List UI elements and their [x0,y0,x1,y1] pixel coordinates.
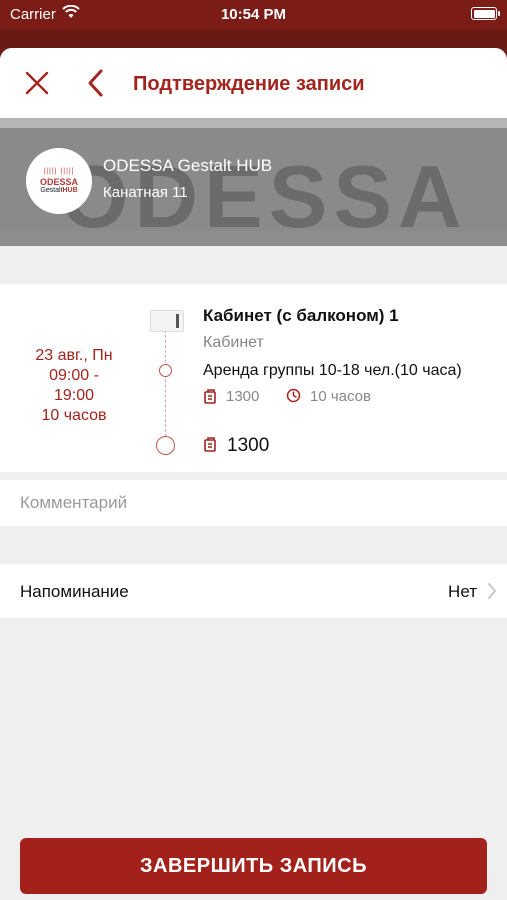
chevron-right-icon [488,583,497,599]
reminder-row[interactable]: Напоминание Нет [0,564,507,618]
total-price-icon [204,437,216,452]
venue-logo: ||||| ||||| ODESSA GestaltHUB [26,148,92,214]
timeline-end-dot [156,436,175,455]
venue-address: Канатная 11 [103,184,188,201]
service-name: Аренда группы 10-18 чел.(10 часа) [203,362,462,379]
comment-input[interactable] [0,480,507,526]
status-bar: Carrier 10:54 PM [0,0,507,30]
venue-name: ODESSA Gestalt HUB [103,156,273,175]
timeline-line [165,330,166,442]
booking-datetime: 23 авг., Пн 09:00 - 19:00 10 часов [0,346,148,426]
booking-duration: 10 часов [41,407,107,424]
reminder-value: Нет [448,582,477,601]
service-price: 1300 [226,388,260,405]
comment-section [0,480,507,526]
room-type: Кабинет [203,334,264,351]
venue-header: ODESSA ||||| ||||| ODESSA GestaltHUB ODE… [0,118,507,246]
page-title: Подтверждение записи [133,73,365,95]
reminder-label: Напоминание [20,582,129,601]
booking-date: 23 авг., Пн [35,347,113,364]
service-duration: 10 часов [310,388,371,405]
booking-details: 23 авг., Пн 09:00 - 19:00 10 часов Кабин… [0,284,507,472]
nav-bar: Подтверждение записи [0,48,507,118]
finish-booking-button[interactable]: ЗАВЕРШИТЬ ЗАПИСЬ [20,838,487,894]
booking-time-end: 19:00 [53,387,95,404]
booking-confirmation-sheet: Подтверждение записи ODESSA ||||| ||||| … [0,48,507,900]
back-chevron-icon[interactable] [84,68,108,98]
status-time: 10:54 PM [220,6,287,23]
battery-icon [471,7,500,20]
close-icon[interactable] [24,70,50,96]
total-price: 1300 [227,435,270,456]
clock-icon [286,388,301,403]
price-tag-icon [204,389,216,404]
timeline-dot [159,364,172,377]
booking-time-start: 09:00 - [49,367,99,384]
room-name: Кабинет (с балконом) 1 [203,306,399,325]
room-thumbnail [150,310,184,332]
